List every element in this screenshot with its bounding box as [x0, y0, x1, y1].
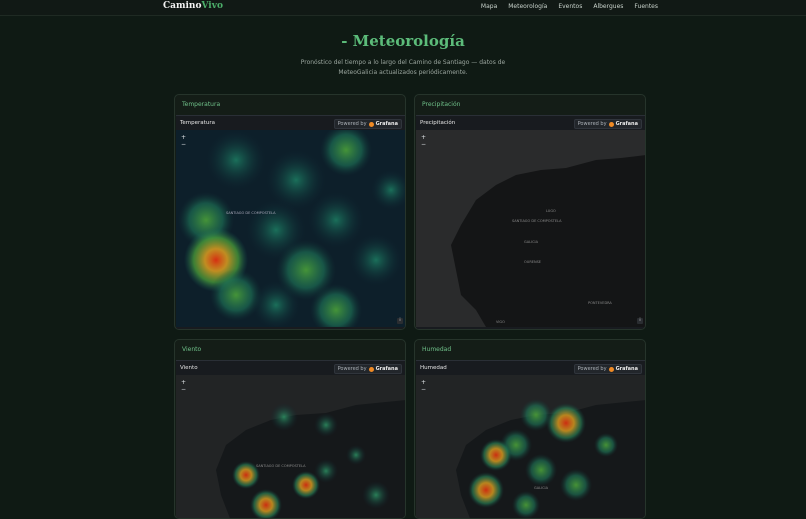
card-title: Temperatura [182, 101, 221, 108]
wind-heatmap: SANTIAGO DE COMPOSTELA [176, 375, 405, 518]
grafana-logo-icon [368, 366, 374, 372]
subtitle-line-1: Pronóstico del tiempo a lo largo del Cam… [300, 59, 506, 66]
panel-title: Viento [180, 365, 198, 371]
card-humedad: Humedad Humedad Powered by Grafana GALIC… [414, 339, 646, 519]
zoom-out-button[interactable]: − [421, 386, 426, 393]
map-view[interactable]: GALICIA + − [416, 375, 645, 518]
map-view[interactable]: SANTIAGO DE COMPOSTELA + − [176, 375, 405, 518]
powered-by-grafana[interactable]: Powered by Grafana [333, 364, 402, 374]
attribution-info-icon[interactable]: i [637, 318, 643, 324]
grafana-panel: Temperatura Powered by Grafana SANTIAGO … [176, 115, 405, 329]
zoom-in-button[interactable]: + [181, 134, 186, 141]
grafana-label: Grafana [375, 366, 398, 372]
powered-label: Powered by [337, 121, 367, 127]
grafana-panel: Humedad Powered by Grafana GALICIA + − [416, 360, 645, 518]
grafana-label: Grafana [375, 121, 398, 127]
map-view[interactable]: SANTIAGO DE COMPOSTELA GALICIA LUGO OURE… [416, 130, 645, 327]
grafana-logo-icon [368, 121, 374, 127]
top-navbar: CaminoVivo Mapa Meteorología Eventos Alb… [0, 0, 806, 16]
map-label-pontevedra: PONTEVEDRA [588, 301, 612, 305]
card-title: Viento [182, 346, 202, 353]
zoom-in-button[interactable]: + [421, 134, 426, 141]
zoom-in-button[interactable]: + [421, 379, 426, 386]
zoom-in-button[interactable]: + [181, 379, 186, 386]
brand-name-accent: Vivo [201, 1, 223, 11]
card-temperatura: Temperatura Temperatura Powered by Grafan… [174, 94, 406, 330]
powered-label: Powered by [577, 366, 607, 372]
panel-title: Humedad [420, 365, 447, 371]
card-viento: Viento Viento Powered by Grafana SANTIAG… [174, 339, 406, 519]
map-label-santiago: SANTIAGO DE COMPOSTELA [226, 211, 276, 215]
grafana-logo-icon [608, 366, 614, 372]
map-label-lugo: LUGO [546, 209, 556, 213]
nav-link-eventos[interactable]: Eventos [558, 3, 582, 10]
powered-label: Powered by [577, 121, 607, 127]
zoom-out-button[interactable]: − [421, 141, 426, 148]
nav-link-fuentes[interactable]: Fuentes [634, 3, 658, 10]
card-title: Humedad [422, 346, 452, 353]
zoom-out-button[interactable]: − [181, 141, 186, 148]
grafana-logo-icon [608, 121, 614, 127]
attribution-info-icon[interactable]: i [397, 318, 403, 324]
map-label-santiago: SANTIAGO DE COMPOSTELA [256, 464, 306, 468]
powered-by-grafana[interactable]: Powered by Grafana [333, 119, 402, 129]
brand-logo[interactable]: CaminoVivo [163, 1, 223, 11]
zoom-out-button[interactable]: − [181, 386, 186, 393]
powered-by-grafana[interactable]: Powered by Grafana [573, 119, 642, 129]
grafana-label: Grafana [615, 366, 638, 372]
humidity-heatmap: GALICIA [416, 375, 645, 518]
map-label-ourense: OURENSE [524, 260, 541, 264]
grafana-panel: Precipitación Powered by Grafana SANTIAGO… [416, 115, 645, 329]
grafana-label: Grafana [615, 121, 638, 127]
page-subtitle: Pronóstico del tiempo a lo largo del Cam… [0, 58, 806, 78]
brand-name: Camino [163, 1, 202, 11]
panel-title: Temperatura [180, 120, 215, 126]
map-label-vigo: VIGO [496, 320, 505, 324]
map-label-galicia: GALICIA [524, 240, 539, 244]
map-view[interactable]: SANTIAGO DE COMPOSTELA + − i [176, 130, 405, 327]
nav-links: Mapa Meteorología Eventos Albergues Fuen… [481, 3, 658, 10]
card-title: Precipitación [422, 101, 461, 108]
temperature-heatmap: SANTIAGO DE COMPOSTELA [176, 130, 405, 327]
subtitle-line-2: MeteoGalicia actualizados periódicamente… [338, 69, 468, 76]
grafana-panel: Viento Powered by Grafana SANTIAGO DE CO… [176, 360, 405, 518]
precipitation-map: SANTIAGO DE COMPOSTELA GALICIA LUGO OURE… [416, 130, 645, 327]
nav-link-meteorologia[interactable]: Meteorología [508, 3, 547, 10]
map-label-galicia: GALICIA [534, 486, 549, 490]
powered-by-grafana[interactable]: Powered by Grafana [573, 364, 642, 374]
powered-label: Powered by [337, 366, 367, 372]
nav-link-albergues[interactable]: Albergues [593, 3, 623, 10]
panel-title: Precipitación [420, 120, 456, 126]
page-title: - Meteorología [341, 32, 465, 50]
map-label-santiago: SANTIAGO DE COMPOSTELA [512, 219, 562, 223]
card-precipitacion: Precipitación Precipitación Powered by Gr… [414, 94, 646, 330]
nav-link-mapa[interactable]: Mapa [481, 3, 497, 10]
